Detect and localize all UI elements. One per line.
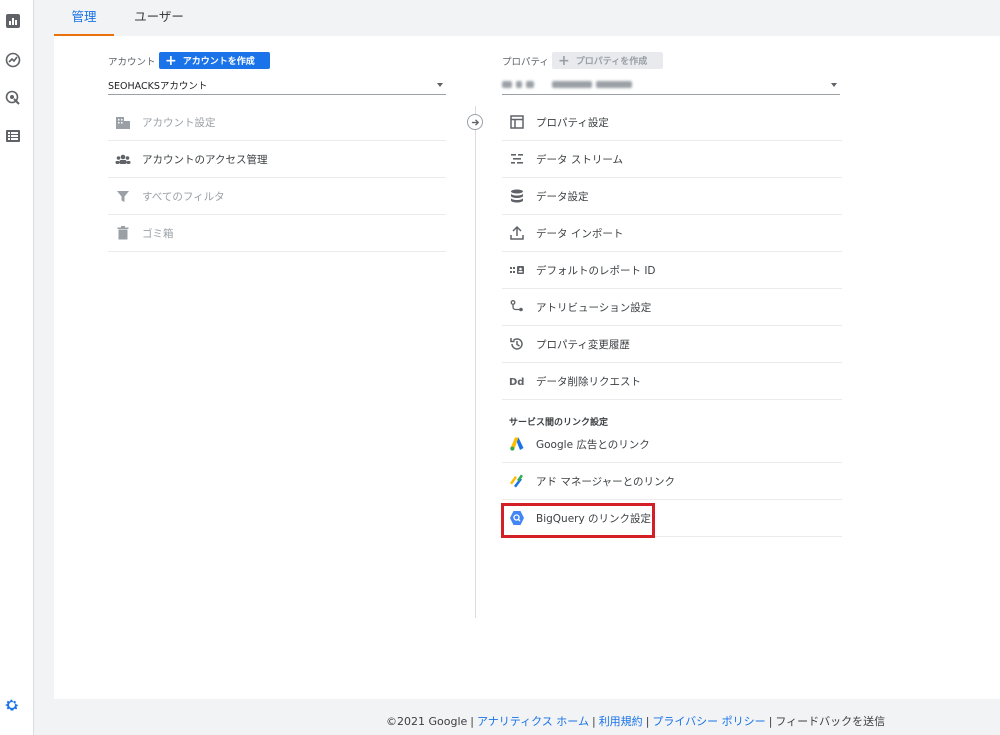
- redacted-block: [596, 81, 632, 88]
- google-ads-icon: [508, 435, 526, 453]
- tab-bar: 管理 ユーザー: [34, 0, 1000, 36]
- link-google-ads[interactable]: Google 広告とのリンク: [502, 426, 842, 463]
- property-item-label: デフォルトのレポート ID: [536, 264, 656, 277]
- link-label: BigQuery のリンク設定: [536, 512, 652, 525]
- property-item-label: プロパティ設定: [536, 116, 609, 129]
- tab-users[interactable]: ユーザー: [126, 0, 192, 36]
- account-item-label: アカウントのアクセス管理: [142, 153, 268, 166]
- create-account-button[interactable]: + アカウントを作成: [159, 52, 270, 69]
- create-property-label: プロパティを作成: [575, 57, 648, 67]
- explore-icon[interactable]: [4, 51, 22, 69]
- data-deletion-icon: Dd: [508, 372, 526, 390]
- redacted-block: [552, 81, 592, 88]
- property-item-label: アトリビューション設定: [536, 301, 652, 314]
- configure-icon[interactable]: [4, 127, 22, 145]
- property-item-data-import[interactable]: データ インポート: [502, 215, 842, 252]
- footer: ©2021 Google | アナリティクス ホーム | 利用規約 | プライバシー ポリシ…: [386, 713, 885, 729]
- footer-separator: |: [591, 715, 596, 728]
- footer-feedback[interactable]: フィードバックを送信: [775, 715, 885, 728]
- account-item-trash[interactable]: ゴミ箱: [108, 215, 446, 252]
- svg-text:Dd: Dd: [509, 377, 524, 388]
- trash-icon: [114, 224, 132, 242]
- account-item-label: ゴミ箱: [142, 227, 174, 240]
- account-item-label: すべてのフィルタ: [142, 190, 225, 203]
- account-item-label: アカウント設定: [142, 116, 216, 129]
- reports-icon[interactable]: [4, 12, 22, 30]
- property-item-data-settings[interactable]: データ設定: [502, 178, 842, 215]
- property-item-label: データ インポート: [536, 227, 624, 240]
- account-item-settings[interactable]: アカウント設定: [108, 104, 446, 141]
- history-icon: [508, 335, 526, 353]
- footer-separator: |: [768, 715, 773, 728]
- footer-link-terms[interactable]: 利用規約: [599, 715, 643, 728]
- redacted-block: [526, 81, 534, 88]
- account-selected-value: SEOHACKSアカウント: [108, 80, 208, 92]
- building-icon: [114, 113, 132, 131]
- property-item-data-streams[interactable]: データ ストリーム: [502, 141, 842, 178]
- account-item-access-management[interactable]: アカウントのアクセス管理: [108, 141, 446, 178]
- create-account-label: アカウントを作成: [182, 57, 255, 67]
- redacted-block: [516, 81, 522, 88]
- database-icon: [508, 187, 526, 205]
- chevron-down-icon: [437, 82, 443, 87]
- property-item-data-deletion[interactable]: Dd データ削除リクエスト: [502, 363, 842, 400]
- footer-separator: |: [645, 715, 650, 728]
- footer-link-privacy[interactable]: プライバシー ポリシー: [652, 715, 765, 728]
- plus-icon: +: [165, 52, 177, 69]
- property-item-label: データ ストリーム: [536, 153, 624, 166]
- property-item-reporting-id[interactable]: デフォルトのレポート ID: [502, 252, 842, 289]
- filter-icon: [114, 187, 132, 205]
- data-stream-icon: [508, 150, 526, 168]
- property-item-attribution[interactable]: アトリビューション設定: [502, 289, 842, 326]
- upload-icon: [508, 224, 526, 242]
- footer-separator: |: [470, 715, 474, 728]
- gear-icon[interactable]: [4, 697, 22, 715]
- link-label: アド マネージャーとのリンク: [536, 475, 675, 488]
- attribution-icon: [508, 298, 526, 316]
- account-selector[interactable]: SEOHACKSアカウント: [108, 75, 446, 95]
- link-bigquery[interactable]: BigQuery のリンク設定: [502, 500, 842, 537]
- footer-link-analytics-home[interactable]: アナリティクス ホーム: [477, 715, 589, 728]
- column-divider: [475, 106, 476, 618]
- reporting-id-icon: [508, 261, 526, 279]
- redacted-block: [502, 81, 512, 88]
- bigquery-icon: [508, 509, 526, 527]
- people-icon: [114, 150, 132, 168]
- property-item-change-history[interactable]: プロパティ変更履歴: [502, 326, 842, 363]
- account-column-label: アカウント: [108, 57, 156, 68]
- property-item-label: データ削除リクエスト: [536, 375, 641, 388]
- property-item-settings[interactable]: プロパティ設定: [502, 104, 842, 141]
- tab-admin[interactable]: 管理: [54, 0, 114, 36]
- link-label: Google 広告とのリンク: [536, 438, 650, 451]
- property-item-label: プロパティ変更履歴: [536, 338, 630, 351]
- arrow-right-icon: [467, 114, 483, 130]
- chevron-down-icon: [831, 82, 837, 87]
- link-ad-manager[interactable]: アド マネージャーとのリンク: [502, 463, 842, 500]
- property-settings-icon: [508, 113, 526, 131]
- plus-icon: +: [558, 52, 570, 69]
- property-selected-value: [502, 79, 636, 90]
- property-selector[interactable]: [502, 75, 840, 95]
- ad-manager-icon: [508, 472, 526, 490]
- left-nav-rail: [0, 0, 34, 735]
- advertising-icon[interactable]: [4, 89, 22, 107]
- property-column-label: プロパティ: [502, 57, 549, 68]
- footer-copyright: ©2021 Google: [386, 715, 468, 728]
- create-property-button[interactable]: + プロパティを作成: [552, 52, 663, 69]
- admin-panel: アカウント + アカウントを作成 SEOHACKSアカウント アカウント設定 ア…: [54, 36, 1000, 699]
- account-item-filters[interactable]: すべてのフィルタ: [108, 178, 446, 215]
- property-item-label: データ設定: [536, 190, 589, 203]
